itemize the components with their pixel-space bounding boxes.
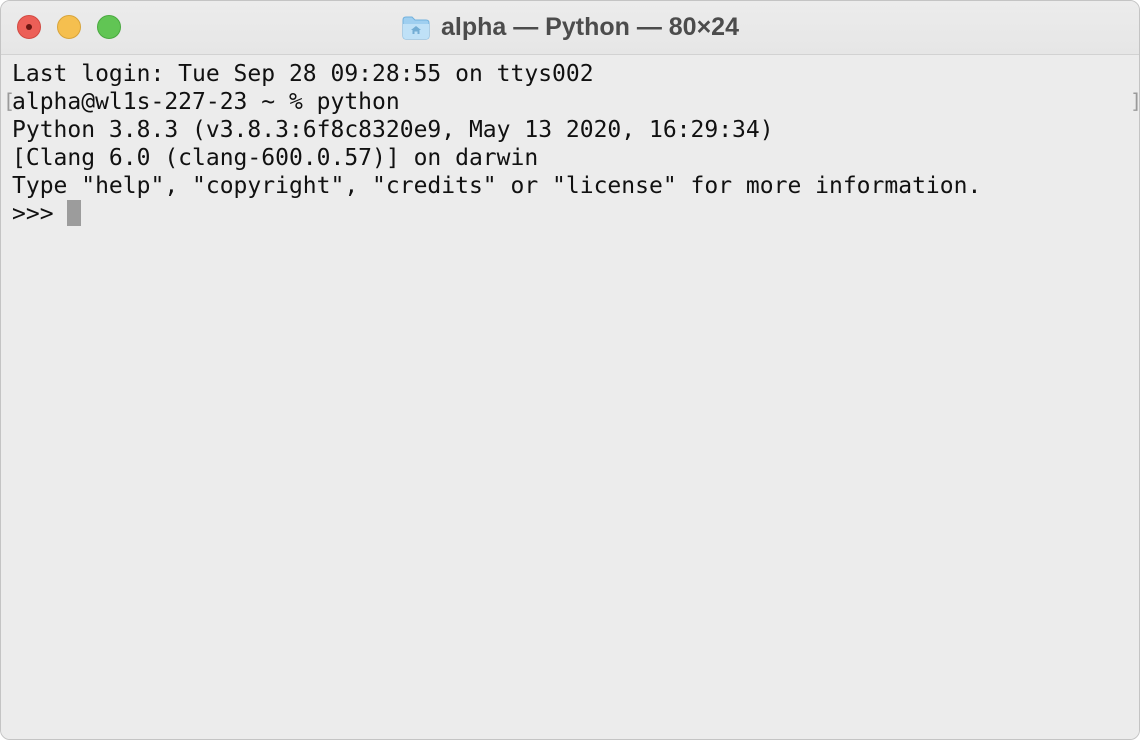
terminal-prompt[interactable]: >>> — [12, 200, 67, 228]
terminal-line-shell-command: alpha@wl1s-227-23 ~ % python — [12, 89, 400, 115]
title-bar[interactable]: alpha — Python — 80×24 — [1, 1, 1139, 55]
terminal-line-compiler-info: [Clang 6.0 (clang-600.0.57)] on darwin — [12, 145, 539, 171]
terminal-line-help-text: Type "help", "copyright", "credits" or "… — [12, 173, 982, 199]
window-title-area: alpha — Python — 80×24 — [1, 11, 1139, 43]
terminal-line-last-login: Last login: Tue Sep 28 09:28:55 on ttys0… — [12, 61, 594, 87]
terminal-line-python-version: Python 3.8.3 (v3.8.3:6f8c8320e9, May 13 … — [12, 117, 774, 143]
window-title: alpha — Python — 80×24 — [440, 12, 739, 41]
selection-marker-right: ] — [1130, 89, 1139, 113]
folder-icon — [402, 16, 430, 40]
terminal-cursor — [67, 200, 81, 226]
terminal-window: alpha — Python — 80×24 [ ] Last login: T… — [0, 0, 1140, 740]
terminal-output-area[interactable]: [ ] Last login: Tue Sep 28 09:28:55 on t… — [1, 55, 1139, 739]
